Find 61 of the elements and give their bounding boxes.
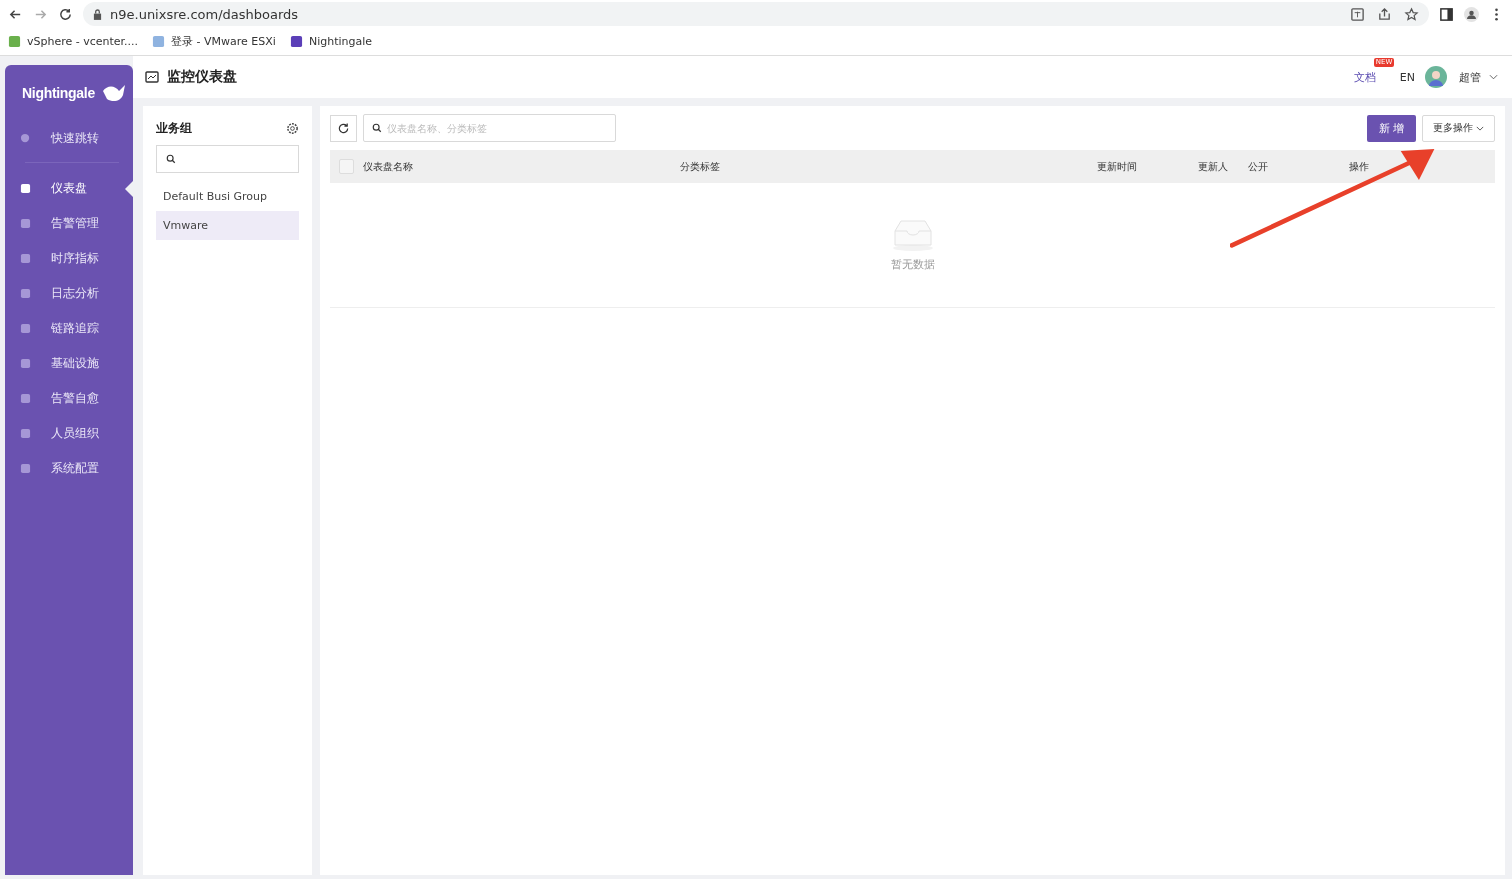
column-header: 更新时间 [1097, 159, 1138, 174]
menu-item-icon [20, 183, 31, 194]
sidebar-item[interactable]: 系统配置 [5, 451, 133, 486]
group-item[interactable]: Vmware [156, 211, 299, 240]
translate-icon[interactable] [1350, 6, 1365, 22]
menu-item-icon [20, 253, 31, 264]
column-header: 仪表盘名称 [363, 159, 414, 174]
search-field[interactable] [156, 145, 299, 173]
refresh-button[interactable] [330, 114, 357, 142]
docs-link[interactable]: 文档 [1353, 69, 1376, 85]
sidebar-item[interactable]: 告警自愈 [5, 381, 133, 416]
reload-icon[interactable] [58, 6, 73, 22]
bookmark[interactable]: 登录 - VMware ESXi [152, 34, 276, 49]
language-link[interactable]: EN [1399, 70, 1415, 84]
sidebar-item[interactable]: 日志分析 [5, 276, 133, 311]
logo-text: Nightingale [22, 85, 95, 101]
menu-item-icon [20, 428, 31, 439]
menu-item-icon [20, 323, 31, 334]
column-header: 更新人 [1198, 159, 1229, 174]
sidebar-item[interactable]: 告警管理 [5, 206, 133, 241]
group-item[interactable]: Default Busi Group [156, 182, 299, 211]
bookmark-icon [8, 35, 21, 48]
menu-item-icon [20, 358, 31, 369]
star-icon[interactable] [1404, 6, 1419, 22]
more-actions-button[interactable]: 更多操作 [1422, 114, 1495, 142]
add-button[interactable]: 新 增 [1366, 114, 1416, 142]
menu-item-icon [20, 218, 31, 229]
bookmark[interactable]: vSphere - vcenter.... [8, 35, 139, 48]
column-header: 公开 [1248, 159, 1269, 174]
user-name[interactable]: 超管 [1459, 69, 1481, 85]
empty-text: 暂无数据 [890, 256, 935, 272]
sidebar-item[interactable]: 基础设施 [5, 346, 133, 381]
side-panel-icon[interactable] [1439, 6, 1454, 22]
column-header: 操作 [1349, 159, 1370, 174]
chevron-down-icon [1476, 125, 1484, 131]
bird-logo-icon [100, 83, 127, 103]
checkbox[interactable] [339, 159, 354, 174]
sidebar-item[interactable]: 时序指标 [5, 241, 133, 276]
menu-item-icon [20, 393, 31, 404]
chevron-down-icon[interactable] [1489, 74, 1498, 80]
quick-jump-item[interactable]: 快速跳转 [5, 121, 133, 156]
sidebar-item[interactable]: 链路追踪 [5, 311, 133, 346]
lock-icon [93, 8, 102, 20]
avatar[interactable] [1425, 66, 1447, 88]
dashboard-icon [145, 70, 159, 84]
column-header: 分类标签 [680, 159, 721, 174]
profile-icon[interactable] [1464, 6, 1479, 22]
settings-icon[interactable] [286, 122, 299, 135]
menu-item-icon [20, 288, 31, 299]
bookmark-icon [289, 35, 303, 48]
empty-box-icon [890, 218, 935, 251]
sidebar-item[interactable]: 人员组织 [5, 416, 133, 451]
panel-title: 业务组 [156, 120, 192, 137]
share-icon[interactable] [1377, 6, 1392, 22]
address-bar[interactable]: n9e.unixsre.com/dashboards [83, 2, 1429, 26]
page-title: 监控仪表盘 [167, 68, 237, 86]
sidebar-item[interactable]: 仪表盘 [5, 171, 133, 206]
menu-item-icon [20, 463, 31, 474]
refresh-icon [337, 121, 350, 135]
bookmark-icon [152, 35, 166, 48]
bookmark[interactable]: Nightingale [289, 35, 373, 48]
